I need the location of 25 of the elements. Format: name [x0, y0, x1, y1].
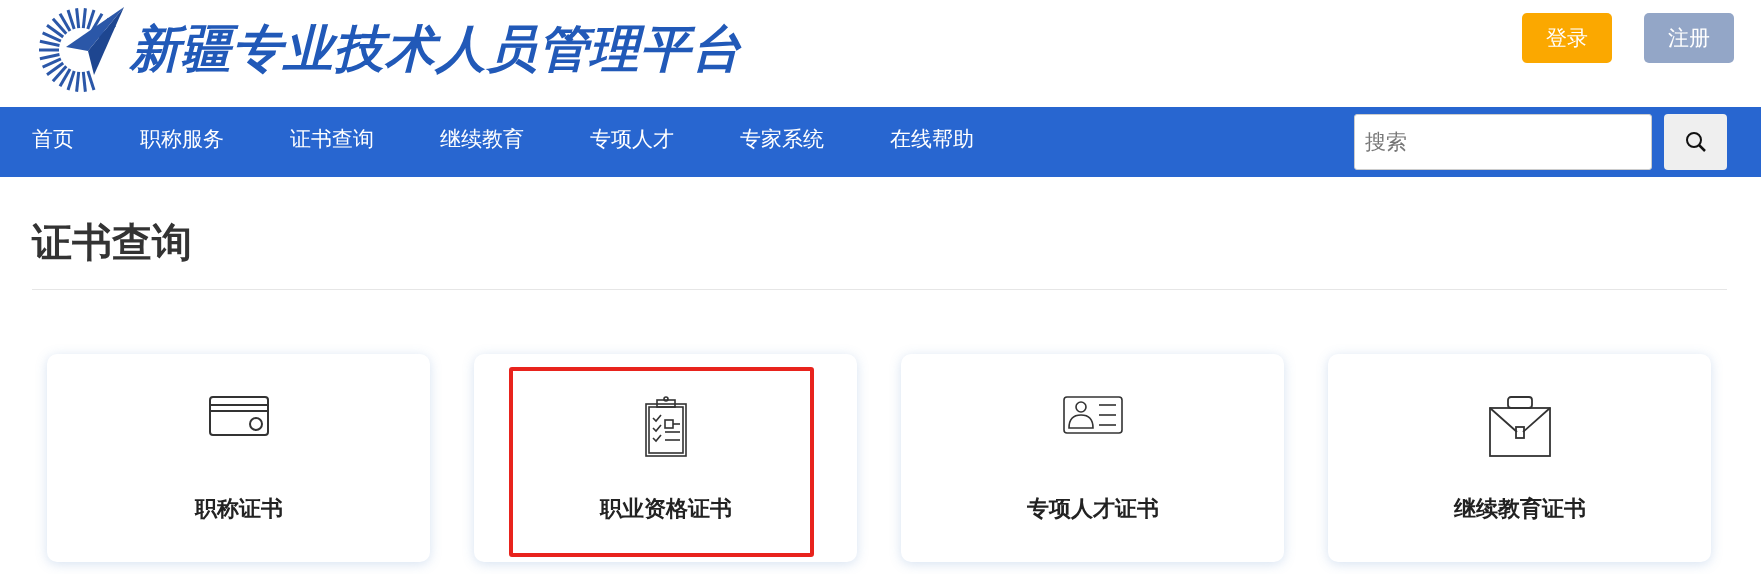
card-title: 继续教育证书 — [1453, 495, 1586, 523]
certificate-card[interactable]: 继续教育证书 — [1328, 354, 1711, 562]
card-title: 专项人才证书 — [1026, 495, 1159, 523]
card-title: 职业资格证书 — [599, 495, 732, 523]
search-icon — [1683, 130, 1708, 154]
credit-card-icon — [208, 396, 269, 436]
site-title: 新疆专业技术人员管理平台 — [130, 19, 742, 80]
logo-icon — [36, 4, 126, 95]
certificate-card[interactable]: 专项人才证书 — [901, 354, 1284, 562]
search-button[interactable] — [1664, 114, 1727, 170]
page-title: 证书查询 — [32, 218, 193, 267]
clipboard-icon — [643, 396, 688, 458]
id-card-icon — [1062, 396, 1123, 434]
certificate-card[interactable]: 职业资格证书 — [474, 354, 857, 562]
nav-link[interactable]: 在线帮助 — [890, 125, 974, 153]
nav-link[interactable]: 证书查询 — [290, 125, 374, 153]
nav-link[interactable]: 专家系统 — [740, 125, 824, 153]
nav-link[interactable]: 专项人才 — [590, 125, 674, 153]
nav-link[interactable]: 首页 — [32, 125, 74, 153]
nav-link[interactable]: 职称服务 — [140, 125, 224, 153]
briefcase-icon — [1488, 396, 1551, 458]
certificate-card[interactable]: 职称证书 — [47, 354, 430, 562]
card-title: 职称证书 — [194, 495, 283, 523]
nav-link[interactable]: 继续教育 — [440, 125, 524, 153]
search-field[interactable]: 搜索 — [1354, 114, 1652, 170]
